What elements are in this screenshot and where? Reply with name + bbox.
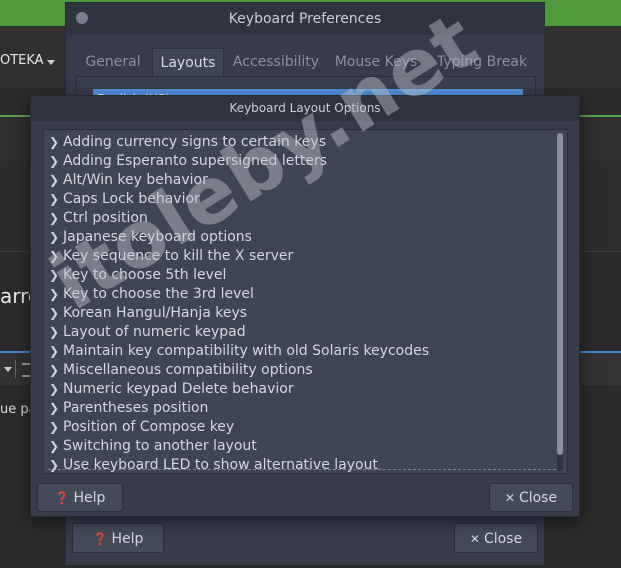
chevron-right-icon[interactable]: ❯ xyxy=(47,190,61,209)
chevron-right-icon[interactable]: ❯ xyxy=(47,323,61,342)
tab-accessibility[interactable]: Accessibility xyxy=(228,48,324,76)
option-label: Parentheses position xyxy=(63,400,209,416)
option-label: Alt/Win key behavior xyxy=(63,172,208,188)
close-button[interactable]: ✕ Close xyxy=(454,523,538,553)
tab-layouts[interactable]: Layouts xyxy=(152,48,224,76)
options-tree: ❯ Adding currency signs to certain keys ❯ A… xyxy=(43,129,568,474)
option-label: Korean Hangul/Hanja keys xyxy=(63,305,248,321)
chevron-down-icon[interactable] xyxy=(47,60,55,65)
close-label: Close xyxy=(518,490,558,506)
chevron-right-icon[interactable]: ❯ xyxy=(47,342,61,361)
option-row[interactable]: ❯ Miscellaneous compatibility options xyxy=(47,361,313,380)
window-titlebar[interactable]: Keyboard Preferences xyxy=(66,3,544,35)
window-title: Keyboard Preferences xyxy=(228,11,382,27)
option-row[interactable]: ❯ Ctrl position xyxy=(47,209,148,228)
option-row[interactable]: ❯ Layout of numeric keypad xyxy=(47,323,246,342)
option-label: Miscellaneous compatibility options xyxy=(63,362,313,378)
close-icon: ✕ xyxy=(469,532,480,546)
chevron-right-icon[interactable]: ❯ xyxy=(47,437,61,456)
help-label: Help xyxy=(111,531,144,547)
option-row[interactable]: ❯ Maintain key compatibility with old Sol… xyxy=(47,342,429,361)
help-icon: ❓ xyxy=(54,491,70,505)
option-label: Adding Esperanto supersigned letters xyxy=(63,153,328,169)
close-icon: ✕ xyxy=(504,491,515,505)
tab-mouse-keys[interactable]: Mouse Keys xyxy=(332,48,420,76)
bg-menu-label[interactable]: OTEKA xyxy=(0,53,44,68)
help-label: Help xyxy=(73,490,106,506)
dialog-help-button[interactable]: ❓ Help xyxy=(37,483,123,512)
option-row[interactable]: ❯ Use keyboard LED to show alternative la… xyxy=(47,456,378,475)
option-row[interactable]: ❯ Key to choose 5th level xyxy=(47,266,226,285)
option-label: Key to choose 5th level xyxy=(63,267,227,283)
option-label: Key to choose the 3rd level xyxy=(63,286,254,302)
help-button[interactable]: ❓ Help xyxy=(72,523,164,553)
option-label: Use keyboard LED to show alternative lay… xyxy=(63,457,378,473)
chevron-right-icon[interactable]: ❯ xyxy=(47,266,61,285)
tab-general[interactable]: General xyxy=(76,48,150,76)
chevron-right-icon[interactable]: ❯ xyxy=(47,285,61,304)
chevron-right-icon[interactable]: ❯ xyxy=(47,152,61,171)
option-row[interactable]: ❯ Numeric keypad Delete behavior xyxy=(47,380,294,399)
option-row[interactable]: ❯ Japanese keyboard options xyxy=(47,228,252,247)
tab-typing-break[interactable]: Typing Break xyxy=(432,48,532,76)
option-row[interactable]: ❯ Parentheses position xyxy=(47,399,208,418)
dialog-titlebar[interactable]: Keyboard Layout Options xyxy=(31,96,579,121)
option-label: Layout of numeric keypad xyxy=(63,324,246,340)
chevron-down-icon[interactable] xyxy=(4,367,12,372)
option-label: Numeric keypad Delete behavior xyxy=(63,381,294,397)
option-row[interactable]: ❯ Switching to another layout xyxy=(47,437,257,456)
dialog-close-button[interactable]: ✕ Close xyxy=(489,483,573,512)
chevron-right-icon[interactable]: ❯ xyxy=(47,361,61,380)
chevron-right-icon[interactable]: ❯ xyxy=(47,209,61,228)
option-row[interactable]: ❯ Adding Esperanto supersigned letters xyxy=(47,152,327,171)
option-row[interactable]: ❯ Position of Compose key xyxy=(47,418,234,437)
option-label: Key sequence to kill the X server xyxy=(63,248,294,264)
option-label: Ctrl position xyxy=(63,210,148,226)
option-label: Maintain key compatibility with old Sola… xyxy=(63,343,430,359)
option-label: Adding currency signs to certain keys xyxy=(63,134,326,150)
help-icon: ❓ xyxy=(92,532,108,546)
dialog-title: Keyboard Layout Options xyxy=(229,101,381,115)
toolbar-separator xyxy=(15,360,16,378)
bg-menu-area-right xyxy=(544,26,621,88)
option-label: Caps Lock behavior xyxy=(63,191,200,207)
scrollbar-thumb[interactable] xyxy=(557,133,563,455)
chevron-right-icon[interactable]: ❯ xyxy=(47,133,61,152)
option-row[interactable]: ❯ Key sequence to kill the X server xyxy=(47,247,293,266)
option-row[interactable]: ❯ Caps Lock behavior xyxy=(47,190,200,209)
list-icon[interactable] xyxy=(22,363,30,377)
close-label: Close xyxy=(483,531,523,547)
option-label: Switching to another layout xyxy=(63,438,257,454)
option-row[interactable]: ❯ Korean Hangul/Hanja keys xyxy=(47,304,247,323)
option-row[interactable]: ❯ Alt/Win key behavior xyxy=(47,171,208,190)
tab-bar: General Layouts Accessibility Mouse Keys… xyxy=(76,48,536,76)
chevron-right-icon[interactable]: ❯ xyxy=(47,171,61,190)
keyboard-layout-options-dialog: Keyboard Layout Options ❯ Adding currency… xyxy=(30,95,580,517)
chevron-right-icon[interactable]: ❯ xyxy=(47,304,61,323)
chevron-right-icon[interactable]: ❯ xyxy=(47,418,61,437)
option-label: Japanese keyboard options xyxy=(63,229,252,245)
option-row[interactable]: ❯ Adding currency signs to certain keys xyxy=(47,133,326,152)
chevron-right-icon[interactable]: ❯ xyxy=(47,228,61,247)
option-row[interactable]: ❯ Key to choose the 3rd level xyxy=(47,285,254,304)
scrollbar[interactable] xyxy=(557,133,563,471)
chevron-right-icon[interactable]: ❯ xyxy=(47,456,61,475)
chevron-right-icon[interactable]: ❯ xyxy=(47,399,61,418)
option-label: Position of Compose key xyxy=(63,419,235,435)
chevron-right-icon[interactable]: ❯ xyxy=(47,247,61,266)
chevron-right-icon[interactable]: ❯ xyxy=(47,380,61,399)
